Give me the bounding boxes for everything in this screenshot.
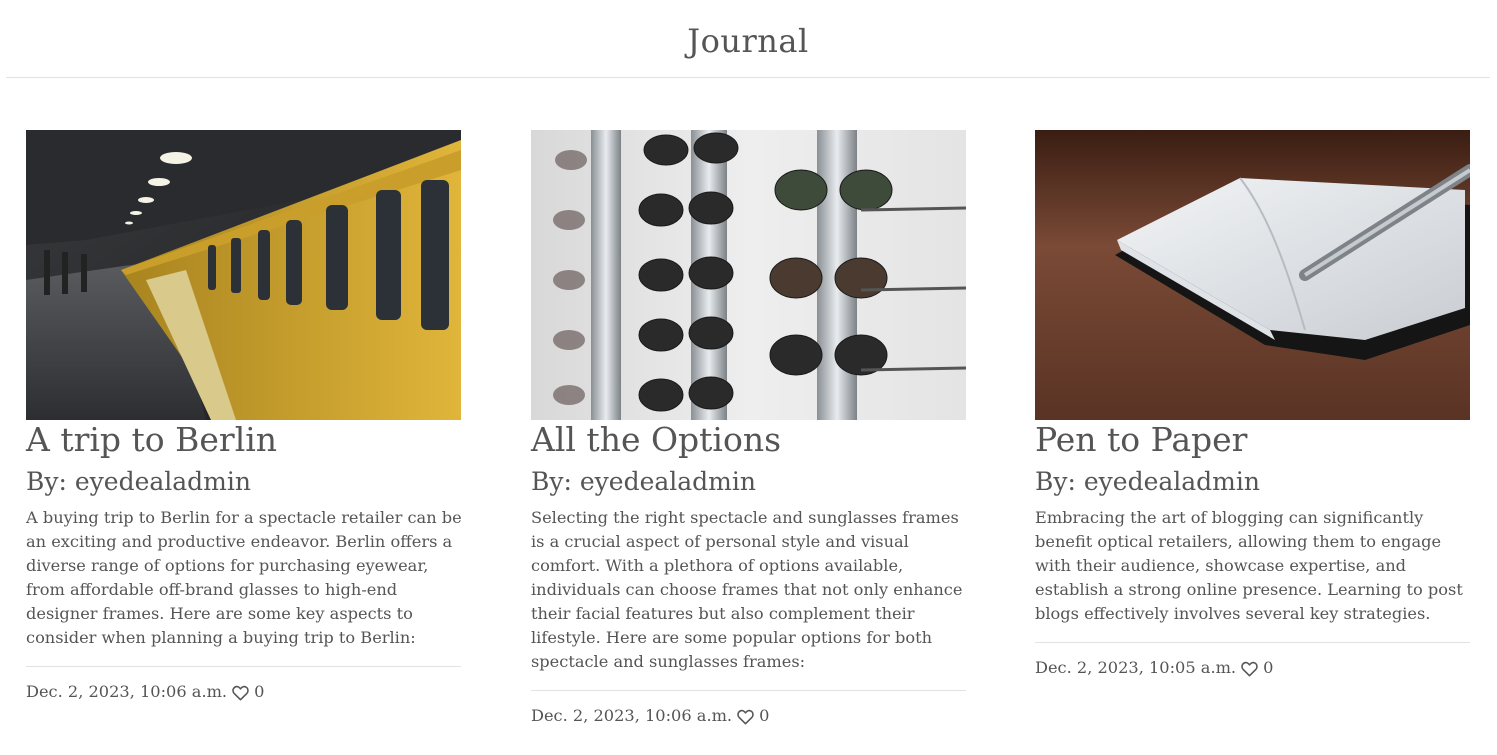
post-title[interactable]: Pen to Paper <box>1035 421 1470 459</box>
notebook-pen-image <box>1035 130 1470 420</box>
post-title[interactable]: All the Options <box>531 421 966 459</box>
post-excerpt: A buying trip to Berlin for a spectacle … <box>26 508 462 647</box>
post-title[interactable]: A trip to Berlin <box>26 421 461 459</box>
post-divider <box>26 666 461 667</box>
post-divider <box>531 690 966 691</box>
post-card-berlin: A trip to Berlin By: eyedealadmin A buyi… <box>26 130 462 702</box>
post-date: Dec. 2, 2023, 10:06 a.m. <box>26 682 228 701</box>
like-count: 0 <box>759 706 770 725</box>
page-title: Journal <box>687 21 809 60</box>
post-card-pen: Pen to Paper By: eyedealadmin Embracing … <box>1035 130 1470 678</box>
subway-train-image <box>26 130 461 420</box>
like-count: 0 <box>1263 658 1274 677</box>
post-excerpt: Selecting the right spectacle and sungla… <box>531 508 963 671</box>
post-meta: Dec. 2, 2023, 10:05 a.m. 0 <box>1035 658 1470 678</box>
post-date: Dec. 2, 2023, 10:05 a.m. <box>1035 658 1237 677</box>
page-header: Journal <box>6 0 1490 78</box>
post-author: By: eyedealadmin <box>1035 467 1260 496</box>
post-date: Dec. 2, 2023, 10:06 a.m. <box>531 706 733 725</box>
post-author: By: eyedealadmin <box>531 467 756 496</box>
heart-icon[interactable] <box>232 685 249 701</box>
post-divider <box>1035 642 1470 643</box>
sunglasses-rack-image <box>531 130 966 420</box>
post-meta: Dec. 2, 2023, 10:06 a.m. 0 <box>531 706 966 726</box>
post-excerpt: Embracing the art of blogging can signif… <box>1035 508 1463 623</box>
post-image-link[interactable] <box>1035 130 1470 420</box>
post-image-link[interactable] <box>26 130 461 420</box>
post-meta: Dec. 2, 2023, 10:06 a.m. 0 <box>26 682 461 702</box>
post-author: By: eyedealadmin <box>26 467 251 496</box>
like-count: 0 <box>254 682 265 701</box>
heart-icon[interactable] <box>737 709 754 725</box>
heart-icon[interactable] <box>1241 661 1258 677</box>
post-card-options: All the Options By: eyedealadmin Selecti… <box>531 130 966 726</box>
post-image-link[interactable] <box>531 130 966 420</box>
